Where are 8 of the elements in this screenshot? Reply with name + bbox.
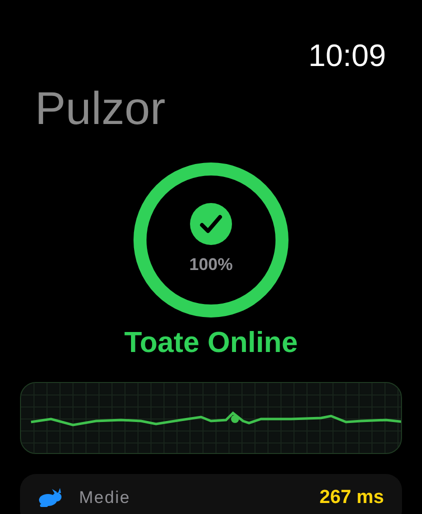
checkmark-icon [189, 202, 233, 246]
status-text: Toate Online [123, 328, 299, 360]
clock-time: 10:09 [308, 38, 386, 73]
stat-value: 267 ms [320, 486, 384, 510]
rabbit-icon [36, 488, 63, 508]
percent-text: 100% [189, 254, 233, 276]
app-title: Pulzor [35, 85, 166, 131]
stat-label: Medie [79, 487, 130, 510]
